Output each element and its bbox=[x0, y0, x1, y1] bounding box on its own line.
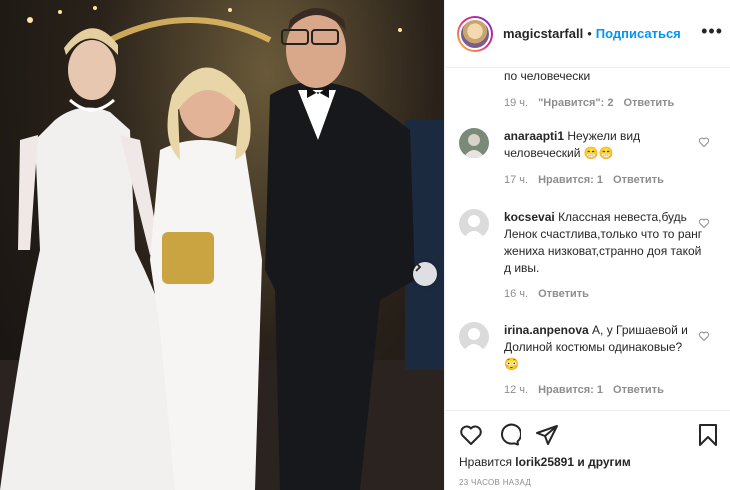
comment-body: kocsevai Классная невеста,будь Ленок сча… bbox=[504, 209, 704, 277]
post-timestamp[interactable]: 23 ЧАСОВ НАЗАД bbox=[459, 478, 531, 487]
commenter-avatar[interactable] bbox=[459, 209, 489, 239]
post-sidebar: magicstarfall • Подписаться ••• по челов… bbox=[444, 0, 730, 490]
comment-likes[interactable]: Нравится: 1 bbox=[538, 384, 603, 396]
comment-meta: 12 ч. Нравится: 1 Ответить bbox=[504, 384, 664, 396]
comment-time: 16 ч. bbox=[504, 288, 529, 300]
comment-emoji: 😳 bbox=[504, 357, 519, 371]
author-avatar[interactable] bbox=[457, 15, 493, 52]
comment-likes[interactable]: Нравится: 1 bbox=[538, 174, 603, 186]
next-photo-button[interactable] bbox=[413, 262, 437, 286]
default-avatar-icon bbox=[459, 209, 489, 239]
chevron-right-icon bbox=[415, 262, 422, 272]
comment-time: 17 ч. bbox=[504, 174, 529, 186]
likes-others[interactable]: и другим bbox=[577, 455, 630, 469]
commenter-username[interactable]: irina.anpenova bbox=[504, 323, 589, 337]
reply-button[interactable]: Ответить bbox=[613, 384, 664, 396]
action-icons bbox=[459, 423, 559, 447]
comment-icon[interactable] bbox=[497, 423, 521, 447]
comment-meta: 16 ч. Ответить bbox=[504, 288, 589, 300]
comment-body: irina.anpenova А, у Гришаевой и Долиной … bbox=[504, 322, 704, 373]
liked-username[interactable]: lorik25891 bbox=[515, 455, 574, 469]
commenter-username[interactable]: kocsevai bbox=[504, 210, 555, 224]
comment-time: 12 ч. bbox=[504, 384, 529, 396]
follow-button[interactable]: Подписаться bbox=[596, 26, 681, 41]
comment-meta: 19 ч. "Нравится": 2 Ответить bbox=[504, 95, 714, 112]
reply-button[interactable]: Ответить bbox=[623, 95, 674, 112]
commenter-username[interactable]: anaraapti1 bbox=[504, 129, 564, 143]
comment-body: anaraapti1 Неужели вид человеческий 😁😁 bbox=[504, 128, 704, 162]
comments-list[interactable]: по человечески 19 ч. "Нравится": 2 Ответ… bbox=[445, 68, 730, 410]
post-photo-illustration bbox=[0, 6, 444, 490]
default-avatar-icon bbox=[459, 322, 489, 352]
heart-icon[interactable] bbox=[459, 423, 483, 447]
heart-icon[interactable] bbox=[698, 217, 710, 229]
comment-time: 19 ч. bbox=[504, 97, 529, 109]
header-separator: • bbox=[587, 26, 592, 41]
commenter-avatar[interactable] bbox=[459, 128, 489, 158]
author-avatar-image bbox=[459, 17, 491, 50]
heart-icon[interactable] bbox=[698, 330, 710, 342]
heart-icon[interactable] bbox=[698, 136, 710, 148]
comment-text: по человечески bbox=[504, 69, 591, 83]
comment-meta: 17 ч. Нравится: 1 Ответить bbox=[504, 174, 664, 186]
post-header: magicstarfall • Подписаться ••• bbox=[445, 0, 730, 68]
comment-emoji: 😁😁 bbox=[583, 146, 614, 160]
share-icon[interactable] bbox=[535, 423, 559, 447]
comment-likes[interactable]: "Нравится": 2 bbox=[538, 95, 613, 112]
post-actions: Нравится lorik25891 и другим 23 ЧАСОВ НА… bbox=[445, 410, 730, 490]
comment-item: по человечески 19 ч. "Нравится": 2 Ответ… bbox=[504, 68, 714, 112]
reply-button[interactable]: Ответить bbox=[613, 174, 664, 186]
commenter-avatar-image bbox=[459, 128, 489, 158]
commenter-avatar[interactable] bbox=[459, 322, 489, 352]
reply-button[interactable]: Ответить bbox=[538, 288, 589, 300]
likes-prefix: Нравится bbox=[459, 455, 512, 469]
more-icon[interactable]: ••• bbox=[701, 22, 723, 40]
post-photo[interactable] bbox=[0, 0, 444, 490]
likes-summary: Нравится lorik25891 и другим bbox=[459, 455, 631, 469]
bookmark-icon[interactable] bbox=[697, 423, 719, 447]
author-username[interactable]: magicstarfall bbox=[503, 26, 583, 41]
